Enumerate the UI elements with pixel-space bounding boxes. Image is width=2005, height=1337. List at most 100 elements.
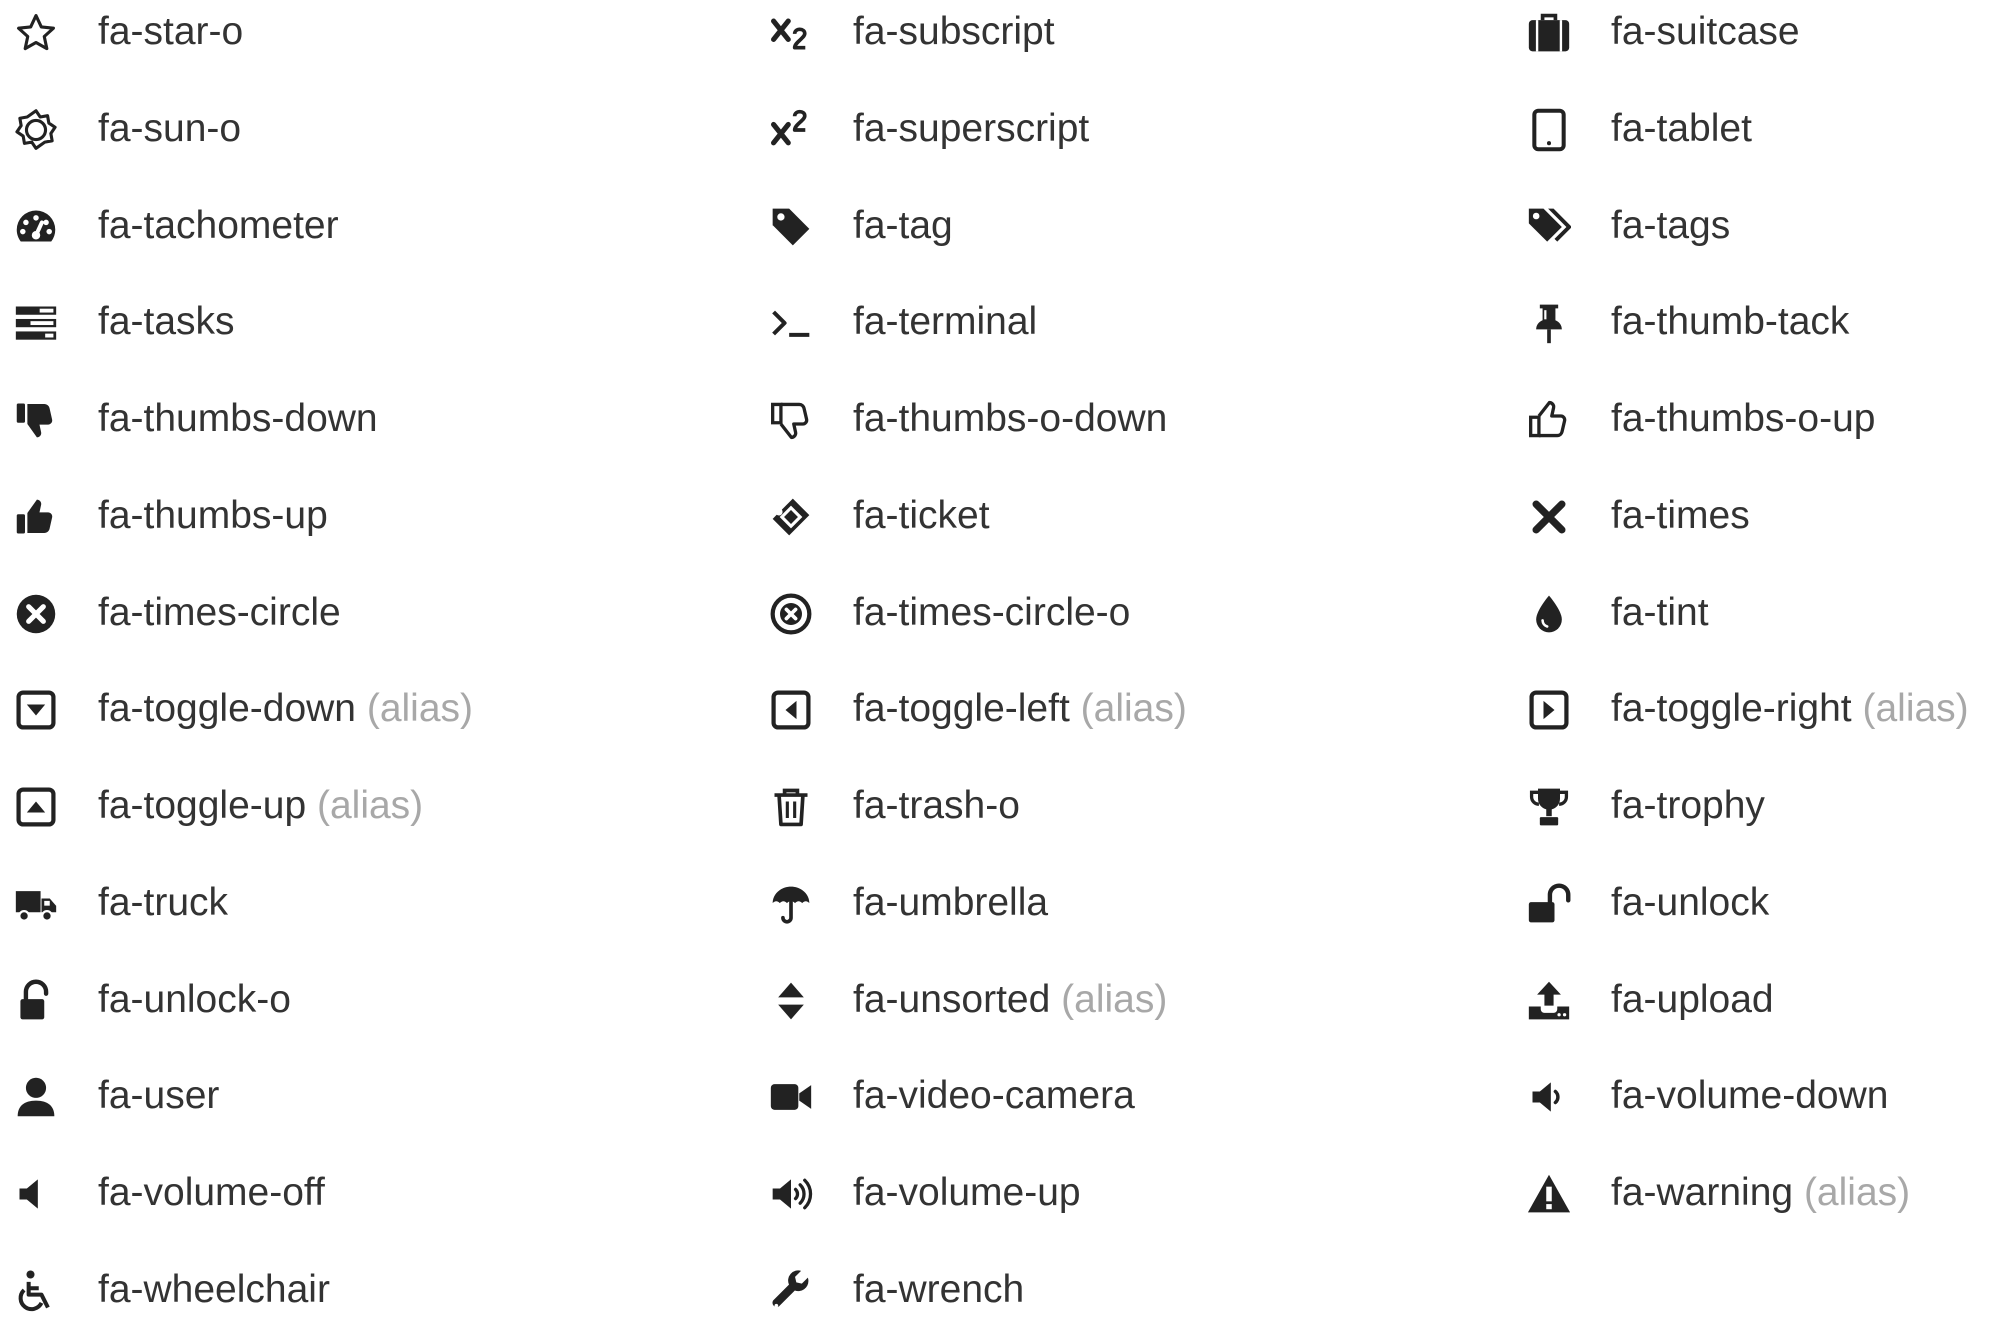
icon-name-text: fa-unsorted — [853, 978, 1051, 1021]
icon-name-text: fa-terminal — [853, 300, 1038, 343]
thumbs-up-icon — [14, 495, 58, 539]
icon-name-text: fa-wrench — [853, 1268, 1025, 1311]
trash-outline-icon — [769, 785, 813, 829]
icon-list-item[interactable]: fa-star-o — [0, 0, 740, 79]
icon-list-item[interactable]: fa-thumbs-o-down — [755, 370, 1495, 466]
alias-tag: (alias) — [1803, 1171, 1911, 1214]
icon-class-name: fa-superscript — [853, 97, 1089, 161]
icon-list-item[interactable]: fa-umbrella — [755, 854, 1495, 950]
alias-tag: (alias) — [1080, 687, 1187, 730]
icon-list-item[interactable]: fa-toggle-right (alias) — [1513, 660, 2005, 756]
icon-name-text: fa-ticket — [853, 494, 990, 537]
icon-list-item[interactable]: fa-unlock-o — [0, 951, 740, 1047]
icon-class-name: fa-volume-off — [98, 1161, 325, 1225]
user-icon — [14, 1075, 58, 1119]
umbrella-icon — [769, 882, 813, 926]
icon-list-item[interactable]: fa-warning (alias) — [1513, 1144, 2005, 1240]
icon-list-item[interactable]: fa-trash-o — [755, 757, 1495, 853]
alias-tag: (alias) — [366, 687, 474, 730]
tasks-icon — [14, 301, 58, 345]
icon-list-item[interactable]: fa-tasks — [0, 273, 740, 369]
icon-list-item[interactable]: fa-volume-up — [755, 1144, 1495, 1240]
icon-class-name: fa-truck — [98, 871, 228, 935]
icon-name-text: fa-user — [98, 1074, 220, 1117]
superscript-icon — [769, 108, 813, 152]
icon-list-item[interactable]: fa-toggle-left (alias) — [755, 660, 1495, 756]
icon-list-item[interactable]: fa-superscript — [755, 80, 1495, 176]
icon-list-item[interactable]: fa-trophy — [1513, 757, 2005, 853]
ticket-icon — [769, 495, 813, 539]
icon-name-text: fa-trash-o — [853, 784, 1020, 827]
icon-class-name: fa-times-circle — [98, 581, 341, 645]
icon-list-item[interactable]: fa-unlock — [1513, 854, 2005, 950]
thumb-tack-icon — [1527, 301, 1571, 345]
icon-list-item[interactable]: fa-thumbs-o-up — [1513, 370, 2005, 466]
icon-class-name: fa-times-circle-o — [853, 581, 1130, 645]
icon-list-item[interactable]: fa-thumbs-down — [0, 370, 740, 466]
icon-class-name: fa-wrench — [853, 1258, 1024, 1322]
icon-name-text: fa-tasks — [98, 300, 235, 343]
icon-list-item[interactable]: fa-tablet — [1513, 80, 2005, 176]
icon-name-text: fa-thumbs-o-up — [1611, 397, 1876, 440]
icon-class-name: fa-suitcase — [1611, 0, 1800, 64]
icon-class-name: fa-toggle-down (alias) — [98, 677, 473, 741]
icon-list-item[interactable]: fa-truck — [0, 854, 740, 950]
icon-list-item[interactable]: fa-thumb-tack — [1513, 273, 2005, 369]
icon-list-item[interactable]: fa-tachometer — [0, 177, 740, 273]
video-camera-icon — [769, 1075, 813, 1119]
icon-name-text: fa-superscript — [853, 107, 1090, 150]
icon-list-item[interactable]: fa-terminal — [755, 273, 1495, 369]
icon-list-item[interactable]: fa-video-camera — [755, 1047, 1495, 1143]
icon-list-item[interactable]: fa-suitcase — [1513, 0, 2005, 79]
icon-list-item[interactable]: fa-wrench — [755, 1241, 1495, 1337]
icon-name-text: fa-unlock-o — [98, 978, 291, 1021]
icon-list-item[interactable]: fa-ticket — [755, 467, 1495, 563]
icon-list-item[interactable]: fa-times-circle-o — [755, 564, 1495, 660]
icon-list-item[interactable]: fa-user — [0, 1047, 740, 1143]
subscript-icon — [769, 11, 813, 55]
icon-name-text: fa-suitcase — [1611, 10, 1800, 53]
icon-name-text: fa-upload — [1611, 978, 1774, 1021]
tint-icon — [1527, 592, 1571, 636]
icon-class-name: fa-ticket — [853, 484, 990, 548]
icon-class-name: fa-times — [1611, 484, 1750, 548]
icon-class-name: fa-wheelchair — [98, 1258, 330, 1322]
icon-class-name: fa-thumb-tack — [1611, 290, 1849, 354]
icon-list-item[interactable]: fa-times — [1513, 467, 2005, 563]
alias-tag: (alias) — [1061, 978, 1168, 1021]
icon-list-item[interactable]: fa-wheelchair — [0, 1241, 740, 1337]
alias-tag: (alias) — [316, 784, 424, 827]
icon-class-name: fa-thumbs-o-up — [1611, 387, 1875, 451]
icon-list-item[interactable]: fa-tint — [1513, 564, 2005, 660]
icon-class-name: fa-tablet — [1611, 97, 1752, 161]
icon-class-name: fa-thumbs-down — [98, 387, 378, 451]
icon-name-text: fa-tachometer — [98, 204, 339, 247]
icon-class-name: fa-toggle-left (alias) — [853, 677, 1187, 741]
icon-class-name: fa-thumbs-o-down — [853, 387, 1167, 451]
icon-list-item[interactable]: fa-toggle-up (alias) — [0, 757, 740, 853]
alias-tag: (alias) — [1862, 687, 1969, 730]
icon-list-item[interactable]: fa-sun-o — [0, 80, 740, 176]
icon-class-name: fa-unlock — [1611, 871, 1769, 935]
icon-class-name: fa-unsorted (alias) — [853, 968, 1167, 1032]
icon-list-item[interactable]: fa-upload — [1513, 951, 2005, 1047]
icon-list-item[interactable]: fa-toggle-down (alias) — [0, 660, 740, 756]
icon-class-name: fa-umbrella — [853, 871, 1048, 935]
icon-list-item[interactable]: fa-unsorted (alias) — [755, 951, 1495, 1047]
icon-list-item[interactable]: fa-tags — [1513, 177, 2005, 273]
icon-class-name: fa-warning (alias) — [1611, 1161, 1910, 1225]
wrench-icon — [769, 1269, 813, 1313]
icon-class-name: fa-volume-up — [853, 1161, 1081, 1225]
star-outline-icon — [14, 11, 58, 55]
icon-grid: fa-star-o fa-sun-o fa-tachometer fa-tasks fa… — [0, 0, 2005, 1312]
volume-off-icon — [14, 1172, 58, 1216]
wheelchair-icon — [14, 1269, 58, 1313]
icon-name-text: fa-thumbs-up — [98, 494, 328, 537]
icon-class-name: fa-toggle-right (alias) — [1611, 677, 1969, 741]
icon-list-item[interactable]: fa-volume-off — [0, 1144, 740, 1240]
icon-list-item[interactable]: fa-tag — [755, 177, 1495, 273]
icon-list-item[interactable]: fa-times-circle — [0, 564, 740, 660]
icon-list-item[interactable]: fa-thumbs-up — [0, 467, 740, 563]
icon-list-item[interactable]: fa-subscript — [755, 0, 1495, 79]
icon-list-item[interactable]: fa-volume-down — [1513, 1047, 2005, 1143]
